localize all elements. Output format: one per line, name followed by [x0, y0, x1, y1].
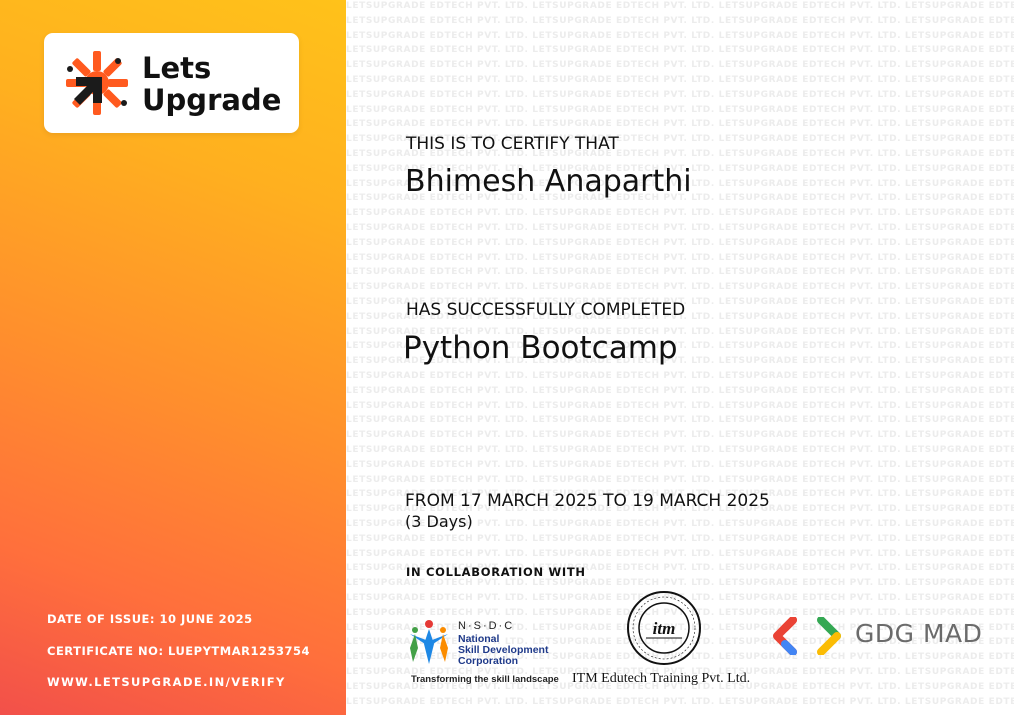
watermark-row: LETSUPGRADE EDTECH PVT. LTD. LETSUPGRADE…: [346, 282, 1014, 293]
itm-seal-icon: itm: [627, 591, 701, 665]
watermark-row: LETSUPGRADE EDTECH PVT. LTD. LETSUPGRADE…: [346, 371, 1014, 381]
nsdc-name-line3: Corporation: [458, 655, 519, 667]
watermark-row: LETSUPGRADE EDTECH PVT. LTD. LETSUPGRADE…: [346, 445, 1014, 455]
watermark-row: LETSUPGRADE EDTECH PVT. LTD. LETSUPGRADE…: [346, 400, 1014, 411]
watermark-row: LETSUPGRADE EDTECH PVT. LTD. LETSUPGRADE…: [346, 252, 1014, 263]
itm-seal-text: itm: [653, 619, 676, 638]
recipient-name: Bhimesh Anaparthi: [405, 164, 692, 199]
watermark-row: LETSUPGRADE EDTECH PVT. LTD. LETSUPGRADE…: [346, 578, 1014, 589]
watermark-row: LETSUPGRADE EDTECH PVT. LTD. LETSUPGRADE…: [346, 208, 1014, 219]
watermark-row: LETSUPGRADE EDTECH PVT. LTD. LETSUPGRADE…: [346, 89, 1014, 100]
itm-name: ITM Edutech Training Pvt. Ltd.: [572, 671, 751, 686]
nsdc-logo: N·S·D·C National Skill Development Corpo…: [406, 618, 559, 688]
course-name: Python Bootcamp: [403, 330, 678, 366]
watermark-row: LETSUPGRADE EDTECH PVT. LTD. LETSUPGRADE…: [346, 30, 1014, 41]
logo-word-upgrade: Upgrade: [142, 83, 282, 117]
watermark-row: LETSUPGRADE EDTECH PVT. LTD. LETSUPGRADE…: [346, 548, 1014, 559]
watermark-row: LETSUPGRADE EDTECH PVT. LTD. LETSUPGRADE…: [346, 119, 1014, 130]
watermark-row: LETSUPGRADE EDTECH PVT. LTD. LETSUPGRADE…: [346, 459, 1014, 470]
watermark-row: LETSUPGRADE EDTECH PVT. LTD. LETSUPGRADE…: [346, 223, 1014, 233]
watermark-row: LETSUPGRADE EDTECH PVT. LTD. LETSUPGRADE…: [346, 430, 1014, 441]
watermark-row: LETSUPGRADE EDTECH PVT. LTD. LETSUPGRADE…: [346, 45, 1014, 56]
left-gradient-panel: Lets Upgrade DATE OF ISSUE: 10 JUNE 2025…: [0, 0, 346, 715]
certificate: Lets Upgrade DATE OF ISSUE: 10 JUNE 2025…: [0, 0, 1014, 715]
watermark-row: LETSUPGRADE EDTECH PVT. LTD. LETSUPGRADE…: [346, 415, 1014, 426]
nsdc-abbreviation: N·S·D·C: [458, 620, 515, 632]
watermark-row: LETSUPGRADE EDTECH PVT. LTD. LETSUPGRADE…: [346, 104, 1014, 115]
nsdc-figures-icon: [410, 620, 448, 664]
watermark-row: LETSUPGRADE EDTECH PVT. LTD. LETSUPGRADE…: [346, 696, 1014, 707]
nsdc-tagline: Transforming the skill landscape: [411, 674, 559, 685]
watermark-row: LETSUPGRADE EDTECH PVT. LTD. LETSUPGRADE…: [346, 1, 1014, 11]
watermark-row: LETSUPGRADE EDTECH PVT. LTD. LETSUPGRADE…: [346, 60, 1014, 71]
certify-label: THIS IS TO CERTIFY THAT: [406, 134, 619, 154]
completed-label: HAS SUCCESSFULLY COMPLETED: [406, 300, 686, 320]
watermark-row: LETSUPGRADE EDTECH PVT. LTD. LETSUPGRADE…: [346, 474, 1014, 485]
watermark-row: LETSUPGRADE EDTECH PVT. LTD. LETSUPGRADE…: [346, 237, 1014, 248]
collaboration-label: IN COLLABORATION WITH: [406, 565, 586, 579]
letsupgrade-logo-mark-icon: [66, 51, 128, 115]
issue-date: DATE OF ISSUE: 10 JUNE 2025: [47, 612, 253, 626]
watermark-row: LETSUPGRADE EDTECH PVT. LTD. LETSUPGRADE…: [346, 533, 1014, 544]
date-range: FROM 17 MARCH 2025 TO 19 MARCH 2025: [405, 491, 770, 511]
duration: (3 Days): [405, 512, 473, 531]
certificate-number: CERTIFICATE NO: LUEPYTMAR1253754: [47, 644, 310, 658]
watermark-row: LETSUPGRADE EDTECH PVT. LTD. LETSUPGRADE…: [346, 267, 1014, 278]
watermark-row: LETSUPGRADE EDTECH PVT. LTD. LETSUPGRADE…: [346, 385, 1014, 396]
letsupgrade-logo: Lets Upgrade: [44, 33, 299, 133]
watermark-row: LETSUPGRADE EDTECH PVT. LTD. LETSUPGRADE…: [346, 15, 1014, 26]
watermark-row: LETSUPGRADE EDTECH PVT. LTD. LETSUPGRADE…: [346, 75, 1014, 85]
gdg-name: GDG MAD: [855, 619, 983, 648]
verify-url: WWW.LETSUPGRADE.IN/VERIFY: [47, 675, 286, 689]
logo-word-lets: Lets: [142, 51, 212, 85]
gdg-brackets-icon: [773, 617, 841, 655]
